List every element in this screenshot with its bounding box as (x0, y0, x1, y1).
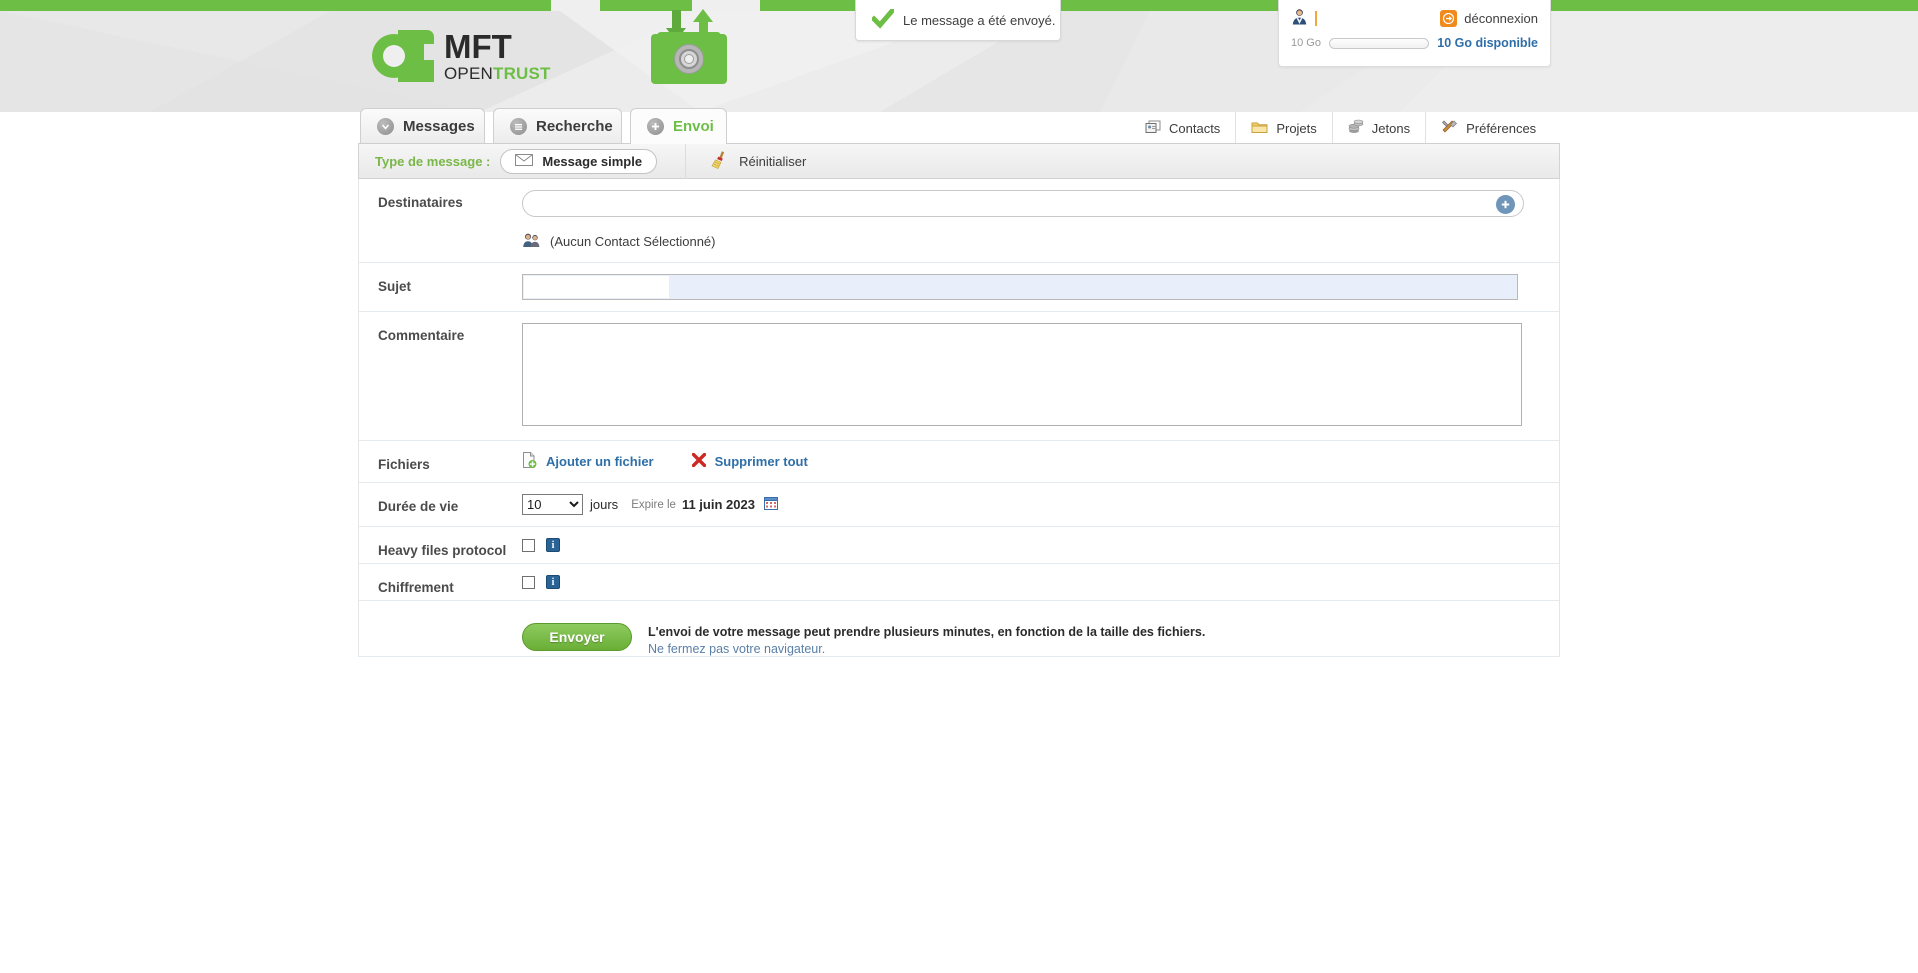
send-button[interactable]: Envoyer (522, 623, 632, 651)
files-label: Fichiers (378, 457, 430, 472)
nav-projets[interactable]: Projets (1236, 112, 1333, 144)
calendar-icon[interactable] (763, 496, 778, 513)
logo-open-text: OPEN (444, 64, 493, 83)
add-file-button[interactable]: Ajouter un fichier (522, 452, 654, 471)
tab-messages-label: Messages (403, 118, 475, 135)
encryption-label: Chiffrement (378, 580, 454, 595)
plus-circle-icon (647, 118, 664, 135)
main-tab-bar: Messages Recherche Envoi (0, 108, 1918, 144)
header-green-bar-left (0, 0, 551, 11)
recipients-label: Destinataires (378, 195, 463, 210)
logout-button[interactable]: déconnexion (1440, 9, 1538, 27)
logout-label: déconnexion (1464, 10, 1538, 26)
contacts-group-icon (522, 232, 541, 251)
delete-all-files-button[interactable]: Supprimer tout (691, 452, 808, 470)
form-row-submit: Envoyer L'envoi de votre message peut pr… (359, 601, 1559, 656)
form-row-subject: Sujet (359, 263, 1559, 312)
panel-bottom-border (358, 656, 1560, 657)
nav-contacts-label: Contacts (1169, 120, 1221, 136)
nav-preferences[interactable]: Préférences (1426, 112, 1551, 144)
tab-envoi[interactable]: Envoi (630, 108, 727, 144)
envelope-icon (515, 153, 534, 169)
comment-label: Commentaire (378, 328, 465, 343)
recipients-field[interactable] (522, 190, 1524, 217)
page-header: MFT OPENTRUST Le message a été envoyé. d… (0, 0, 1918, 112)
vault-safe-icon (651, 6, 727, 84)
check-icon (870, 6, 896, 32)
send-message-form: Destinataires (Aucun Contact Sélectionné… (358, 179, 1560, 656)
form-row-heavy-files: Heavy files protocol i (359, 527, 1559, 564)
chevron-down-circle-icon (377, 118, 394, 135)
send-note: L'envoi de votre message peut prendre pl… (648, 623, 1205, 656)
logo-mark-icon (372, 30, 434, 82)
message-type-toolbar: Type de message : Message simple Réiniti… (358, 143, 1560, 179)
secondary-nav: Contacts Projets Jetons Préférences (1130, 112, 1551, 144)
delete-all-files-label: Supprimer tout (714, 454, 808, 469)
folder-icon (1251, 120, 1268, 137)
brand-logo[interactable]: MFT OPENTRUST (372, 30, 551, 82)
message-type-label: Type de message : (375, 153, 491, 169)
tab-recherche-label: Recherche (536, 118, 613, 135)
send-note-line2: Ne fermez pas votre navigateur. (648, 642, 826, 656)
info-icon[interactable]: i (546, 538, 560, 552)
tools-icon (1441, 119, 1458, 137)
reset-label: Réinitialiser (739, 153, 807, 169)
nav-projets-label: Projets (1276, 120, 1317, 136)
toolbar-divider (685, 143, 687, 179)
nav-preferences-label: Préférences (1466, 120, 1537, 136)
user-account-panel: déconnexion 10 Go 10 Go disponible (1278, 0, 1551, 67)
form-row-lifetime: Durée de vie 123510152030 jours Expire l… (359, 483, 1559, 527)
success-notification: Le message a été envoyé. (855, 0, 1061, 41)
no-contact-text: (Aucun Contact Sélectionné) (550, 234, 716, 249)
heavy-files-checkbox[interactable] (522, 538, 535, 552)
file-add-icon (522, 452, 537, 471)
form-row-comment: Commentaire (359, 312, 1559, 441)
form-row-recipients: Destinataires (Aucun Contact Sélectionné… (359, 179, 1559, 263)
lifetime-days-select[interactable]: 123510152030 (522, 494, 583, 515)
expire-prefix-label: Expire le (631, 498, 676, 511)
send-note-line1: L'envoi de votre message peut prendre pl… (648, 625, 1206, 639)
nav-jetons[interactable]: Jetons (1333, 112, 1427, 144)
form-row-encryption: Chiffrement i (359, 564, 1559, 601)
message-type-value: Message simple (542, 153, 643, 169)
list-circle-icon (510, 118, 527, 135)
contact-card-icon (1145, 120, 1161, 137)
quota-available-label: 10 Go disponible (1437, 36, 1538, 50)
quota-progress-bar (1328, 37, 1430, 49)
encryption-checkbox[interactable] (522, 575, 535, 589)
user-avatar-icon (1291, 8, 1308, 28)
coins-icon (1348, 119, 1364, 137)
reset-button[interactable]: Réinitialiser (708, 150, 806, 173)
nav-contacts[interactable]: Contacts (1130, 112, 1237, 144)
red-x-icon (691, 452, 706, 470)
send-message-panel: Type de message : Message simple Réiniti… (358, 143, 1560, 657)
tab-messages[interactable]: Messages (360, 108, 485, 144)
info-icon[interactable]: i (546, 575, 560, 589)
comment-textarea[interactable] (522, 323, 1522, 426)
message-type-button[interactable]: Message simple (500, 148, 658, 174)
logo-mft-text: MFT (444, 28, 512, 65)
plus-circle-blue-icon[interactable] (1496, 195, 1515, 214)
no-contact-selected: (Aucun Contact Sélectionné) (522, 232, 1559, 251)
expire-date-value: 11 juin 2023 (681, 497, 755, 512)
tab-recherche[interactable]: Recherche (493, 108, 622, 144)
form-row-files: Fichiers Ajouter un fichier Supprimer to… (359, 441, 1559, 483)
success-notification-text: Le message a été envoyé. (903, 12, 1056, 28)
logo-wordmark: MFT OPENTRUST (444, 30, 551, 82)
logout-icon (1440, 9, 1458, 27)
broom-icon (708, 150, 728, 173)
lifetime-unit-label: jours (590, 497, 619, 512)
nav-jetons-label: Jetons (1371, 120, 1411, 136)
subject-input[interactable] (524, 276, 669, 298)
lifetime-label: Durée de vie (378, 499, 459, 514)
tab-envoi-label: Envoi (673, 118, 714, 135)
add-file-label: Ajouter un fichier (546, 454, 654, 469)
subject-field-wrapper (522, 274, 1518, 300)
subject-label: Sujet (378, 279, 412, 294)
heavy-files-label: Heavy files protocol (378, 543, 507, 558)
logo-trust-text: TRUST (492, 64, 551, 83)
username-label (1315, 10, 1440, 26)
quota-used-label: 10 Go (1291, 37, 1321, 49)
